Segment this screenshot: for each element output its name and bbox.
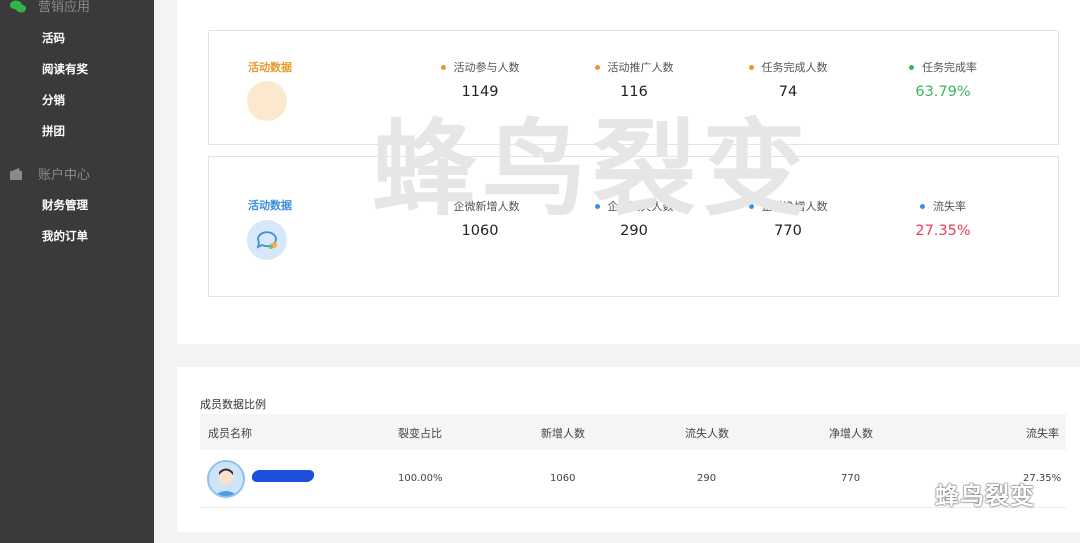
metric-label: 任务完成率 (922, 61, 977, 74)
metric-value: 116 (620, 84, 648, 100)
metric-value: 27.35% (915, 223, 971, 239)
column-header: 新增人数 (541, 427, 585, 440)
column-header: 净增人数 (829, 427, 873, 440)
cell-net: 770 (841, 473, 861, 484)
metric-task-completed: 任务完成人数 74 (718, 59, 858, 100)
cell-share: 100.00% (398, 473, 443, 484)
wallet-icon (10, 167, 24, 180)
sidebar-group-account[interactable]: 账户中心 (10, 164, 90, 183)
sidebar: 营销应用 活码 阅读有奖 分销 拼团 账户中心 财务管理 我的订单 (0, 0, 154, 543)
sidebar-item-distribution[interactable]: 分销 (42, 92, 65, 108)
sidebar-group-label: 账户中心 (38, 168, 91, 183)
metric-label: 企微新增人数 (453, 200, 520, 213)
table-header: 成员名称 裂变占比 新增人数 流失人数 净增人数 流失率 (200, 414, 1066, 450)
card-title: 活动数据 (248, 61, 292, 74)
bullet-dot-icon (909, 64, 914, 70)
column-header: 裂变占比 (398, 427, 442, 440)
metric-value: 770 (774, 223, 802, 239)
avatar (207, 460, 245, 498)
metric-value: 290 (620, 223, 648, 239)
sidebar-group-label: 营销应用 (38, 0, 91, 15)
activity-stats-card: 活动数据 活动参与人数 1149 活动推广人数 116 任务完成人数 74 任务… (208, 30, 1059, 145)
bullet-dot-icon (440, 64, 446, 70)
card-title: 活动数据 (248, 199, 292, 212)
bullet-dot-icon (748, 203, 754, 209)
cell-lost: 290 (697, 473, 717, 484)
metric-label: 活动推广人数 (607, 61, 674, 74)
metric-value: 1149 (461, 84, 499, 100)
chat-bubble-icon (247, 220, 287, 260)
redacted-name (250, 470, 316, 482)
metric-value: 1060 (461, 223, 499, 239)
table-title: 成员数据比例 (200, 398, 266, 411)
sidebar-item-finance[interactable]: 财务管理 (42, 197, 88, 213)
metric-value: 74 (778, 84, 798, 100)
metric-label: 企微净增人数 (761, 200, 828, 213)
metric-participants: 活动参与人数 1149 (410, 59, 550, 100)
metric-label: 企微流失人数 (607, 200, 674, 213)
brand-watermark: 蜂鸟裂变 (893, 476, 1035, 511)
metric-wecom-net: 企微净增人数 770 (718, 198, 858, 239)
metric-wecom-lost: 企微流失人数 290 (564, 198, 704, 239)
column-header: 流失率 (1026, 427, 1059, 440)
metric-completion-rate: 任务完成率 63.79% (873, 59, 1013, 100)
sidebar-group-marketing[interactable]: 营销应用 (10, 0, 90, 15)
stats-panel: 活动数据 活动参与人数 1149 活动推广人数 116 任务完成人数 74 任务… (177, 0, 1080, 344)
bullet-dot-icon (440, 203, 446, 209)
bullet-dot-icon (920, 203, 925, 209)
metric-promoters: 活动推广人数 116 (564, 59, 704, 100)
bullet-dot-icon (594, 64, 600, 70)
bullet-dot-icon (748, 64, 754, 70)
activity-avatar-icon (247, 81, 287, 121)
wecom-stats-card: 活动数据 企微新增人数 1060 企微流失人数 290 企微净增人数 770 流… (208, 156, 1059, 297)
cell-new: 1060 (550, 473, 576, 484)
metric-churn-rate: 流失率 27.35% (873, 198, 1013, 239)
wechat-logo-icon (894, 481, 925, 504)
sidebar-item-my-orders[interactable]: 我的订单 (42, 228, 88, 244)
metric-label: 流失率 (933, 200, 966, 213)
sidebar-item-live-code[interactable]: 活码 (42, 30, 65, 46)
sidebar-item-group-buy[interactable]: 拼团 (42, 123, 65, 139)
bullet-dot-icon (594, 203, 600, 209)
metric-label: 活动参与人数 (453, 61, 520, 74)
metric-label: 任务完成人数 (761, 61, 828, 74)
column-header: 成员名称 (208, 427, 252, 440)
metric-wecom-new: 企微新增人数 1060 (410, 198, 550, 239)
brand-label: 蜂鸟裂变 (935, 482, 1035, 510)
column-header: 流失人数 (685, 427, 729, 440)
wechat-icon (10, 0, 26, 12)
sidebar-item-read-reward[interactable]: 阅读有奖 (42, 61, 88, 77)
metric-value: 63.79% (915, 84, 971, 100)
